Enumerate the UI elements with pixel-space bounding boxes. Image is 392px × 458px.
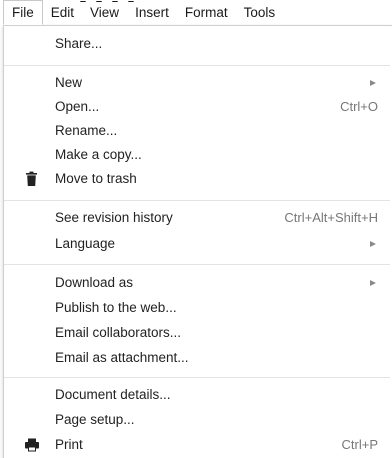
menu-separator — [4, 65, 390, 66]
printer-icon — [24, 437, 40, 453]
menu-item-email-collaborators[interactable]: Email collaborators... — [4, 321, 390, 345]
menu-file[interactable]: File — [3, 0, 43, 25]
menu-item-label: Download as — [55, 275, 134, 290]
shortcut-label: Ctrl+P — [341, 437, 378, 452]
menu-bar: File Edit View Insert Format Tools — [0, 0, 392, 26]
menu-item-label: Publish to the web... — [55, 300, 177, 315]
menu-item-email-as-attachment[interactable]: Email as attachment... — [4, 346, 390, 370]
file-menu-dropdown: Share... New Open... Ctrl+O Rename... Ma… — [3, 25, 392, 458]
menu-separator — [4, 200, 390, 201]
shortcut-label: Ctrl+O — [340, 99, 378, 114]
menu-item-rename[interactable]: Rename... — [4, 119, 390, 143]
menu-item-new[interactable]: New — [4, 71, 390, 95]
trash-icon — [24, 171, 40, 187]
menu-item-make-a-copy[interactable]: Make a copy... — [4, 143, 390, 167]
menu-separator — [4, 264, 390, 265]
menu-item-label: Email collaborators... — [55, 325, 182, 340]
menu-item-publish-to-web[interactable]: Publish to the web... — [4, 296, 390, 320]
menu-item-page-setup[interactable]: Page setup... — [4, 408, 390, 432]
menu-item-label: Open... — [55, 99, 100, 114]
screen: File Edit View Insert Format Tools Share… — [0, 0, 392, 458]
menu-item-open[interactable]: Open... Ctrl+O — [4, 95, 390, 119]
menu-item-document-details[interactable]: Document details... — [4, 383, 390, 407]
menu-item-label: Move to trash — [55, 171, 137, 186]
menu-item-revision-history[interactable]: See revision history Ctrl+Alt+Shift+H — [4, 206, 390, 230]
menu-item-label: Make a copy... — [55, 147, 142, 162]
menu-item-language[interactable]: Language — [4, 232, 390, 256]
menu-item-label: New — [55, 75, 83, 90]
menu-tools[interactable]: Tools — [236, 0, 284, 26]
menu-item-download-as[interactable]: Download as — [4, 271, 390, 295]
menu-item-label: Language — [55, 236, 116, 251]
menu-edit[interactable]: Edit — [43, 0, 82, 26]
menu-item-label: Rename... — [55, 123, 118, 138]
submenu-arrow-icon — [370, 80, 376, 86]
menu-insert[interactable]: Insert — [127, 0, 177, 26]
menu-separator — [4, 377, 390, 378]
menu-item-label: Page setup... — [55, 412, 135, 427]
shortcut-label: Ctrl+Alt+Shift+H — [284, 210, 378, 225]
submenu-arrow-icon — [370, 241, 376, 247]
menu-view[interactable]: View — [82, 0, 127, 26]
menu-item-label: See revision history — [55, 210, 173, 225]
menu-item-label: Print — [55, 437, 83, 452]
menu-item-move-to-trash[interactable]: Move to trash — [4, 167, 390, 191]
menu-format[interactable]: Format — [177, 0, 236, 26]
menu-item-print[interactable]: Print Ctrl+P — [4, 433, 390, 457]
menu-item-label: Email as attachment... — [55, 350, 189, 365]
menu-item-label: Document details... — [55, 387, 171, 402]
menu-item-label: Share... — [55, 36, 103, 51]
submenu-arrow-icon — [370, 280, 376, 286]
menu-item-share[interactable]: Share... — [4, 32, 390, 56]
